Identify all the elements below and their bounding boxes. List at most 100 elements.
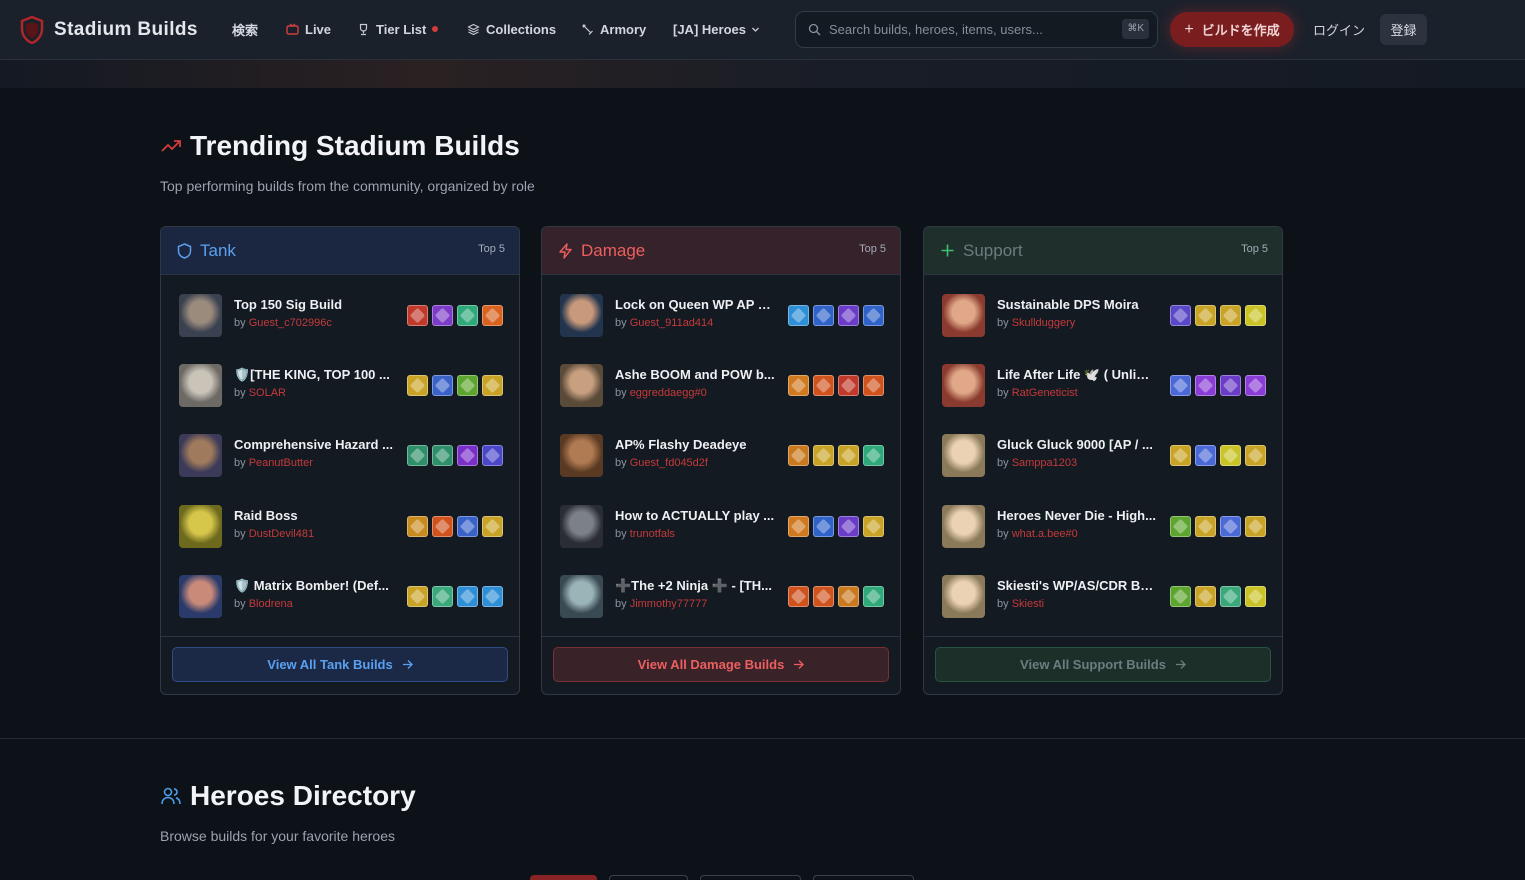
nav-search[interactable]: 検索 — [232, 18, 258, 40]
item-icon[interactable] — [788, 375, 809, 396]
search-box[interactable]: ⌘K — [795, 11, 1158, 48]
nav-live[interactable]: Live — [286, 18, 331, 40]
item-icon[interactable] — [457, 375, 478, 396]
item-icon[interactable] — [482, 305, 503, 326]
author-link[interactable]: trunotfals — [630, 528, 675, 540]
author-link[interactable]: Blodrena — [249, 598, 293, 610]
item-icon[interactable] — [1195, 305, 1216, 326]
item-icon[interactable] — [1245, 516, 1266, 537]
view-all-tank-button[interactable]: View All Tank Builds — [172, 647, 508, 682]
item-icon[interactable] — [838, 305, 859, 326]
item-icon[interactable] — [1195, 586, 1216, 607]
author-link[interactable]: what.a.bee#0 — [1012, 528, 1078, 540]
item-icon[interactable] — [1245, 586, 1266, 607]
build-row[interactable]: Raid Boss by DustDevil481 — [179, 505, 503, 549]
item-icon[interactable] — [482, 375, 503, 396]
nav-heroes-dropdown[interactable]: [JA] Heroes — [673, 18, 760, 40]
author-link[interactable]: Jimmothy77777 — [630, 598, 708, 610]
item-icon[interactable] — [457, 516, 478, 537]
item-icon[interactable] — [1195, 445, 1216, 466]
author-link[interactable]: Guest_c702996c — [249, 317, 332, 329]
item-icon[interactable] — [1245, 305, 1266, 326]
nav-tier-list[interactable]: Tier List — [357, 18, 439, 40]
author-link[interactable]: Skullduggery — [1012, 317, 1076, 329]
item-icon[interactable] — [482, 516, 503, 537]
item-icon[interactable] — [813, 305, 834, 326]
item-icon[interactable] — [788, 445, 809, 466]
author-link[interactable]: Skiesti — [1012, 598, 1044, 610]
author-link[interactable]: Guest_911ad414 — [630, 317, 714, 329]
item-icon[interactable] — [863, 375, 884, 396]
author-link[interactable]: Samppa1203 — [1012, 457, 1077, 469]
nav-collections[interactable]: Collections — [467, 18, 556, 40]
role-filter-tab-damage[interactable] — [700, 875, 801, 880]
build-row[interactable]: How to ACTUALLY play ... by trunotfals — [560, 505, 884, 549]
item-icon[interactable] — [407, 445, 428, 466]
build-row[interactable]: Heroes Never Die - High... by what.a.bee#… — [942, 505, 1266, 549]
author-link[interactable]: RatGeneticist — [1012, 387, 1078, 399]
item-icon[interactable] — [863, 586, 884, 607]
item-icon[interactable] — [482, 445, 503, 466]
item-icon[interactable] — [432, 375, 453, 396]
item-icon[interactable] — [1170, 516, 1191, 537]
item-icon[interactable] — [788, 516, 809, 537]
item-icon[interactable] — [1245, 445, 1266, 466]
item-icon[interactable] — [1220, 516, 1241, 537]
search-input[interactable] — [829, 22, 1119, 37]
item-icon[interactable] — [1170, 375, 1191, 396]
item-icon[interactable] — [432, 586, 453, 607]
register-button[interactable]: 登録 — [1380, 14, 1427, 45]
item-icon[interactable] — [407, 516, 428, 537]
item-icon[interactable] — [1220, 586, 1241, 607]
item-icon[interactable] — [788, 305, 809, 326]
login-link[interactable]: ログイン — [1313, 20, 1365, 39]
item-icon[interactable] — [1170, 445, 1191, 466]
item-icon[interactable] — [838, 516, 859, 537]
create-build-button[interactable]: + ビルドを作成 — [1170, 12, 1294, 47]
item-icon[interactable] — [432, 305, 453, 326]
item-icon[interactable] — [1220, 305, 1241, 326]
build-row[interactable]: Skiesti's WP/AS/CDR Bu... by Skiesti — [942, 575, 1266, 619]
item-icon[interactable] — [813, 516, 834, 537]
item-icon[interactable] — [1195, 516, 1216, 537]
view-all-damage-button[interactable]: View All Damage Builds — [553, 647, 889, 682]
item-icon[interactable] — [407, 305, 428, 326]
build-row[interactable]: AP% Flashy Deadeye by Guest_fd045d2f — [560, 434, 884, 478]
build-row[interactable]: Ashe BOOM and POW b... by eggreddaegg#0 — [560, 364, 884, 408]
item-icon[interactable] — [838, 375, 859, 396]
build-row[interactable]: 🛡️ Matrix Bomber! (Def... by Blodrena — [179, 575, 503, 619]
build-row[interactable]: Top 150 Sig Build by Guest_c702996c — [179, 294, 503, 338]
build-row[interactable]: Gluck Gluck 9000 [AP / ... by Samppa1203 — [942, 434, 1266, 478]
item-icon[interactable] — [1195, 375, 1216, 396]
nav-armory[interactable]: Armory — [581, 18, 646, 40]
item-icon[interactable] — [813, 445, 834, 466]
item-icon[interactable] — [1170, 305, 1191, 326]
item-icon[interactable] — [407, 375, 428, 396]
role-filter-tab-support[interactable] — [813, 875, 914, 880]
role-filter-tab-all[interactable] — [530, 875, 597, 880]
role-filter-tab-tank[interactable] — [609, 875, 688, 880]
author-link[interactable]: DustDevil481 — [249, 528, 314, 540]
build-row[interactable]: Comprehensive Hazard ... by PeanutButter — [179, 434, 503, 478]
item-icon[interactable] — [1170, 586, 1191, 607]
build-row[interactable]: Life After Life 🕊️ ( Unlim... by RatGenet… — [942, 364, 1266, 408]
author-link[interactable]: PeanutButter — [249, 457, 313, 469]
item-icon[interactable] — [863, 516, 884, 537]
item-icon[interactable] — [838, 586, 859, 607]
build-row[interactable]: 🛡️[THE KING, TOP 100 ... by SOLAR — [179, 364, 503, 408]
build-row[interactable]: Sustainable DPS Moira by Skullduggery — [942, 294, 1266, 338]
build-row[interactable]: ➕The +2 Ninja ➕ - [TH... by Jimmothy77777 — [560, 575, 884, 619]
item-icon[interactable] — [407, 586, 428, 607]
item-icon[interactable] — [813, 375, 834, 396]
author-link[interactable]: SOLAR — [249, 387, 286, 399]
item-icon[interactable] — [863, 445, 884, 466]
item-icon[interactable] — [457, 586, 478, 607]
author-link[interactable]: Guest_fd045d2f — [630, 457, 708, 469]
build-row[interactable]: Lock on Queen WP AP B... by Guest_911ad41… — [560, 294, 884, 338]
item-icon[interactable] — [838, 445, 859, 466]
item-icon[interactable] — [457, 305, 478, 326]
view-all-support-button[interactable]: View All Support Builds — [935, 647, 1271, 682]
item-icon[interactable] — [432, 516, 453, 537]
author-link[interactable]: eggreddaegg#0 — [630, 387, 707, 399]
item-icon[interactable] — [482, 586, 503, 607]
